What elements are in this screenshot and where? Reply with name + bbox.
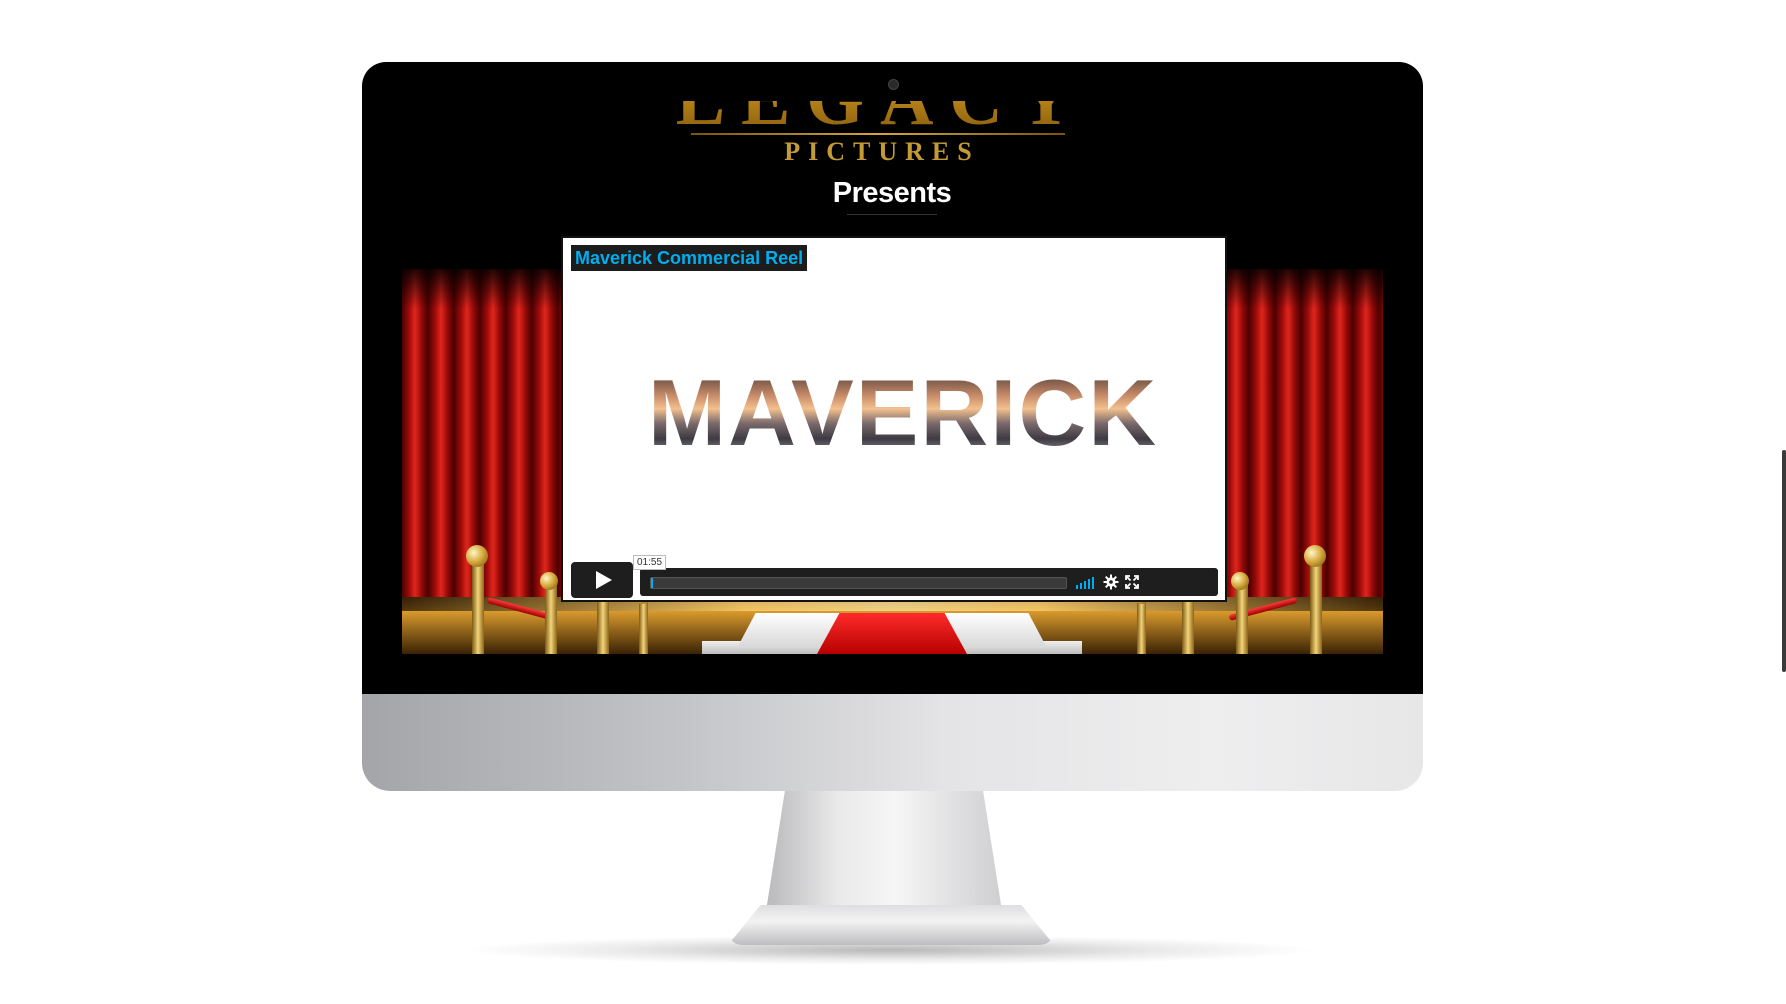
page-scrollbar[interactable] [1782,450,1786,672]
video-poster-logo: MAVERICK [623,366,1183,460]
stanchion-post [545,581,557,654]
stanchion-post [1137,599,1146,654]
stanchion-cap [466,545,488,567]
imac-chin [362,694,1423,791]
gear-icon[interactable] [1103,574,1119,590]
stanchion-post [1236,581,1248,654]
imac-bezel: LEGACY PICTURES Presents Maverick Commer… [362,62,1423,694]
logo-legacy-text: LEGACY [652,101,1112,137]
presents-underline [847,214,937,215]
play-icon [596,571,612,589]
stanchion-cap [1231,572,1249,590]
stanchion-post [639,599,648,654]
play-button[interactable] [571,562,633,598]
stanchion-cap [1304,545,1326,567]
stanchion-post [472,556,484,654]
stanchion-cap [540,572,558,590]
logo-divider [691,133,1065,135]
stanchion-post [1310,556,1322,654]
player-control-bar [640,568,1218,596]
logo-pictures-text: PICTURES [784,137,980,166]
presents-heading: Presents [832,177,952,209]
video-player[interactable]: Maverick Commercial Reel MAVERICK 01:55 [561,236,1227,602]
red-carpet [817,613,967,654]
time-tooltip: 01:55 [633,555,667,570]
progress-bar[interactable] [650,577,1067,589]
website-screen: LEGACY PICTURES Presents Maverick Commer… [402,101,1383,654]
fullscreen-icon[interactable] [1124,574,1140,590]
imac-stand-base [728,905,1054,945]
video-title-link[interactable]: Maverick Commercial Reel [571,245,808,271]
volume-icon[interactable] [1076,575,1098,589]
progress-fill [651,578,653,588]
imac-stand-neck [766,791,1002,911]
camera-icon [888,79,899,90]
